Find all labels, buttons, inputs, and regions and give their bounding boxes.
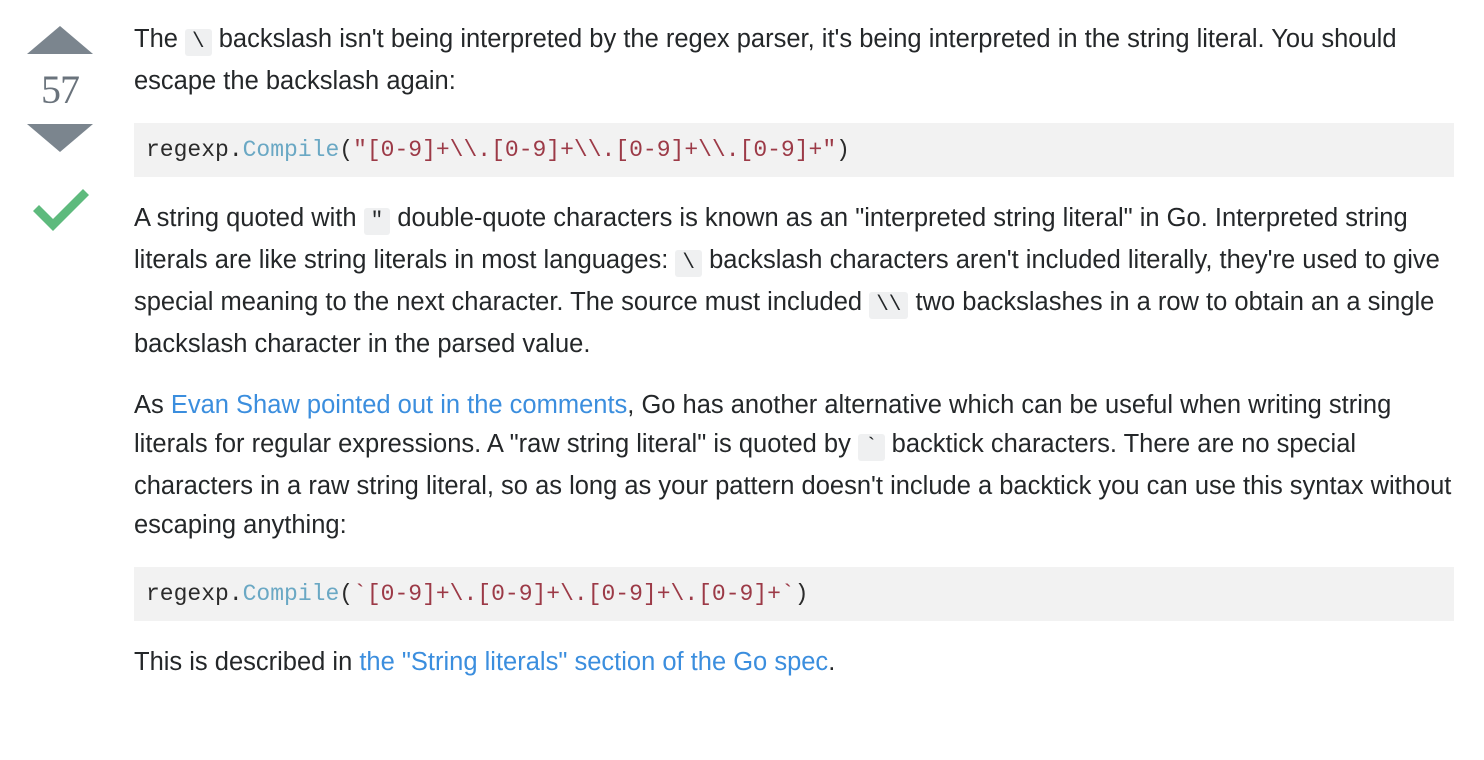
- code2-close-paren: ): [794, 581, 809, 607]
- link-go-spec-string-literals[interactable]: the "String literals" section of the Go …: [359, 648, 828, 676]
- p1-text-part1: The: [134, 25, 186, 53]
- p3-text-part1: As: [134, 391, 171, 419]
- paragraph-3: As Evan Shaw pointed out in the comments…: [134, 386, 1454, 545]
- code-block-2[interactable]: regexp.Compile(`[0-9]+\.[0-9]+\.[0-9]+\.…: [134, 567, 1454, 621]
- paragraph-2: A string quoted with " double-quote char…: [134, 199, 1454, 364]
- code2-open-paren: (: [339, 581, 354, 607]
- paragraph-4: This is described in the "String literal…: [134, 643, 1454, 682]
- p4-text-part2: .: [828, 648, 836, 676]
- vote-count: 57: [41, 67, 80, 112]
- inline-code-double-quote: ": [363, 208, 391, 235]
- accepted-answer-check-icon[interactable]: [27, 184, 93, 238]
- link-evan-shaw-comments[interactable]: Evan Shaw pointed out in the comments: [171, 391, 627, 419]
- upvote-arrow-icon[interactable]: [27, 26, 93, 54]
- p4-text-part1: This is described in: [134, 648, 360, 676]
- p1-text-part2: backslash isn't being interpreted by the…: [134, 25, 1397, 95]
- code1-close-paren: ): [836, 137, 850, 163]
- code1-open-paren: (: [339, 137, 354, 163]
- code-block-1[interactable]: regexp.Compile("[0-9]+\\.[0-9]+\\.[0-9]+…: [134, 123, 1454, 177]
- code2-package: regexp.: [146, 581, 243, 607]
- inline-code-backslash: \: [185, 29, 212, 56]
- code-block-2-content: regexp.Compile(`[0-9]+\.[0-9]+\.[0-9]+\.…: [146, 581, 809, 607]
- code-block-1-content: regexp.Compile("[0-9]+\\.[0-9]+\\.[0-9]+…: [146, 137, 850, 163]
- downvote-arrow-icon[interactable]: [27, 124, 93, 152]
- inline-code-double-backslash: \\: [869, 292, 909, 319]
- code1-string-literal: "[0-9]+\\.[0-9]+\\.[0-9]+\\.[0-9]+": [353, 137, 837, 163]
- post-body: The \ backslash isn't being interpreted …: [120, 0, 1484, 704]
- paragraph-1: The \ backslash isn't being interpreted …: [134, 20, 1454, 101]
- code1-package: regexp.: [146, 137, 243, 163]
- code2-function: Compile: [242, 581, 340, 607]
- code1-function: Compile: [242, 137, 340, 163]
- vote-cell: 57: [0, 0, 120, 238]
- p2-text-part1: A string quoted with: [134, 204, 364, 232]
- code2-string-literal: `[0-9]+\.[0-9]+\.[0-9]+\.[0-9]+`: [353, 581, 795, 607]
- answer-post: 57 The \ backslash isn't being interpret…: [0, 0, 1484, 704]
- inline-code-backtick: `: [857, 434, 885, 461]
- inline-code-backslash-2: \: [675, 250, 703, 277]
